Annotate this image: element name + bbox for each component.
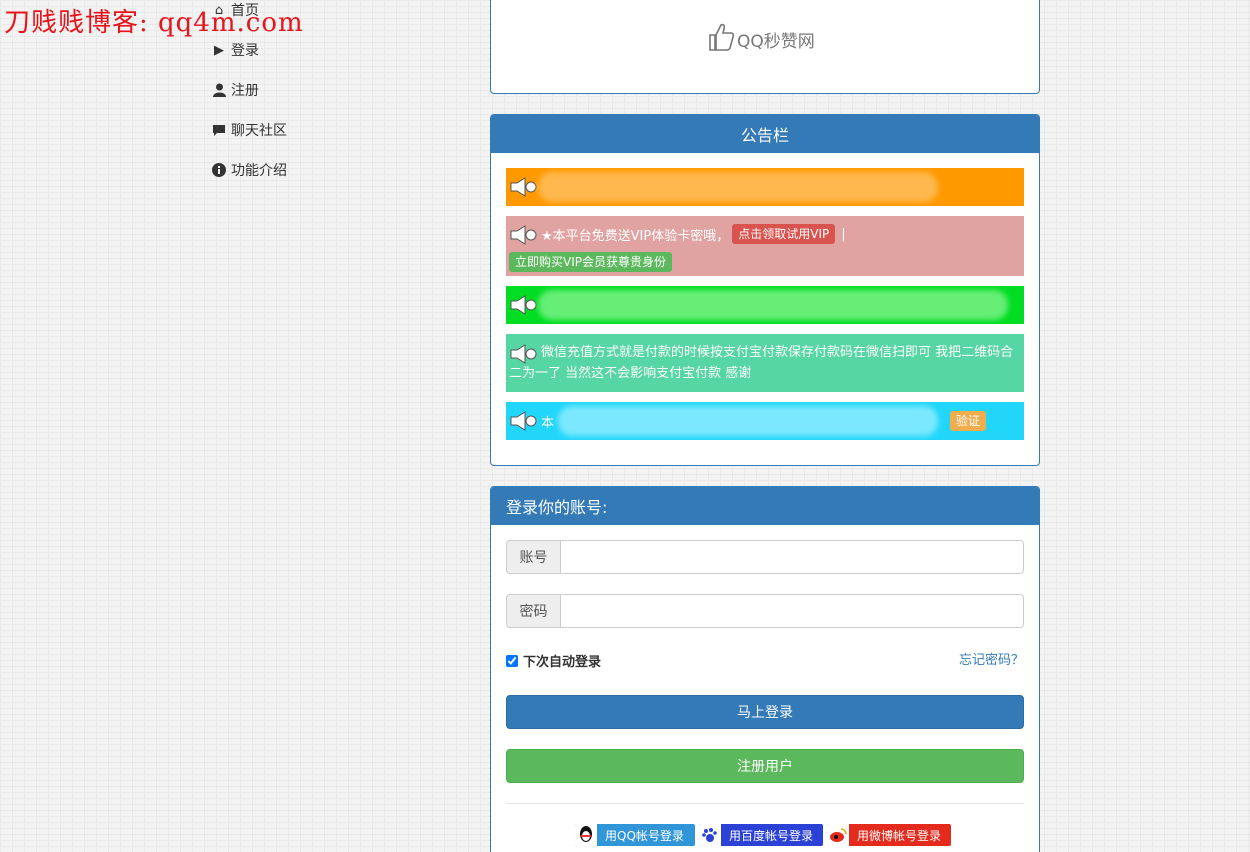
weibo-login-label: 用微博帐号登录 <box>857 828 942 843</box>
nav-chat[interactable]: 聊天社区 <box>212 120 287 140</box>
notice-item-3 <box>506 286 1024 324</box>
watermark-text: 刀贱贱博客: qq4m.com <box>4 8 304 38</box>
nav-register[interactable]: 注册 <box>212 80 259 100</box>
notice-prefix: 本 <box>541 416 555 431</box>
logo-text: QQ秒赞网 <box>737 32 815 52</box>
notice-item-4: 微信充值方式就是付款的时候按支付宝付款保存付款码在微信扫即可 我把二维码合二为一… <box>506 334 1024 392</box>
nav-features[interactable]: 功能介绍 <box>212 160 287 180</box>
nav-features-label: 功能介绍 <box>231 163 287 179</box>
logo-panel: QQ秒赞网 <box>490 0 1040 94</box>
weibo-login-button[interactable]: 用微博帐号登录 <box>827 824 951 846</box>
weibo-icon <box>827 824 849 846</box>
password-label: 密码 <box>506 594 560 628</box>
login-button[interactable]: 马上登录 <box>506 695 1024 729</box>
user-icon <box>212 83 226 97</box>
comment-icon <box>212 124 226 137</box>
account-group: 账号 <box>506 540 1024 574</box>
account-input[interactable] <box>560 540 1024 574</box>
login-title: 登录你的账号: <box>491 487 1039 525</box>
blurred-text <box>538 172 938 202</box>
baidu-login-button[interactable]: 用百度帐号登录 <box>699 824 823 846</box>
nav-register-label: 注册 <box>231 83 259 99</box>
thumbs-up-icon <box>707 22 735 57</box>
speaker-icon <box>509 225 539 245</box>
remember-label: 下次自动登录 <box>523 655 602 670</box>
nav-login[interactable]: ▶ 登录 <box>212 40 259 60</box>
password-group: 密码 <box>506 594 1024 628</box>
site-logo[interactable]: QQ秒赞网 <box>707 22 815 57</box>
register-button[interactable]: 注册用户 <box>506 749 1024 783</box>
notice-item-2: ★本平台免费送VIP体验卡密哦， 点击领取试用VIP | 立即购买VIP会员获尊… <box>506 216 1024 276</box>
notice-item-1 <box>506 168 1024 206</box>
remember-me[interactable]: 下次自动登录 <box>506 651 601 670</box>
blurred-text <box>538 290 1008 320</box>
buy-vip-button[interactable]: 立即购买VIP会员获尊贵身份 <box>509 252 672 272</box>
account-label: 账号 <box>506 540 560 574</box>
divider <box>506 803 1024 804</box>
nav-chat-label: 聊天社区 <box>231 123 287 139</box>
speaker-icon <box>509 295 539 315</box>
wechat-notice-text: 微信充值方式就是付款的时候按支付宝付款保存付款码在微信扫即可 我把二维码合二为一… <box>509 345 1014 381</box>
baidu-login-label: 用百度帐号登录 <box>729 828 814 843</box>
info-icon <box>212 163 226 177</box>
speaker-icon <box>509 177 539 197</box>
blurred-text <box>558 406 938 436</box>
notice-panel: 公告栏 ★本平台免费送VIP体验卡密哦， 点击领取试用VIP | 立即购买VIP… <box>490 114 1040 466</box>
notice-vip-text: ★本平台免费送VIP体验卡密哦， <box>541 228 730 244</box>
qq-login-label: 用QQ帐号登录 <box>605 828 684 843</box>
nav-login-label: 登录 <box>231 43 259 59</box>
baidu-paw-icon <box>699 824 721 846</box>
login-panel: 登录你的账号: 账号 密码 下次自动登录 忘记密码？ 马上登录 注册用户 用QQ… <box>490 486 1040 852</box>
verify-button[interactable]: 验证 <box>950 411 987 431</box>
qq-login-button[interactable]: 用QQ帐号登录 <box>575 824 695 846</box>
notice-title: 公告栏 <box>491 115 1039 153</box>
qq-penguin-icon <box>575 824 597 846</box>
free-vip-button[interactable]: 点击领取试用VIP <box>732 224 836 244</box>
speaker-icon <box>509 411 539 431</box>
notice-item-5: 本 验证 <box>506 402 1024 440</box>
password-input[interactable] <box>560 594 1024 628</box>
separator: | <box>841 226 846 242</box>
play-icon: ▶ <box>214 42 224 58</box>
forgot-password-link[interactable]: 忘记密码？ <box>959 649 1024 668</box>
remember-checkbox[interactable] <box>506 654 518 667</box>
